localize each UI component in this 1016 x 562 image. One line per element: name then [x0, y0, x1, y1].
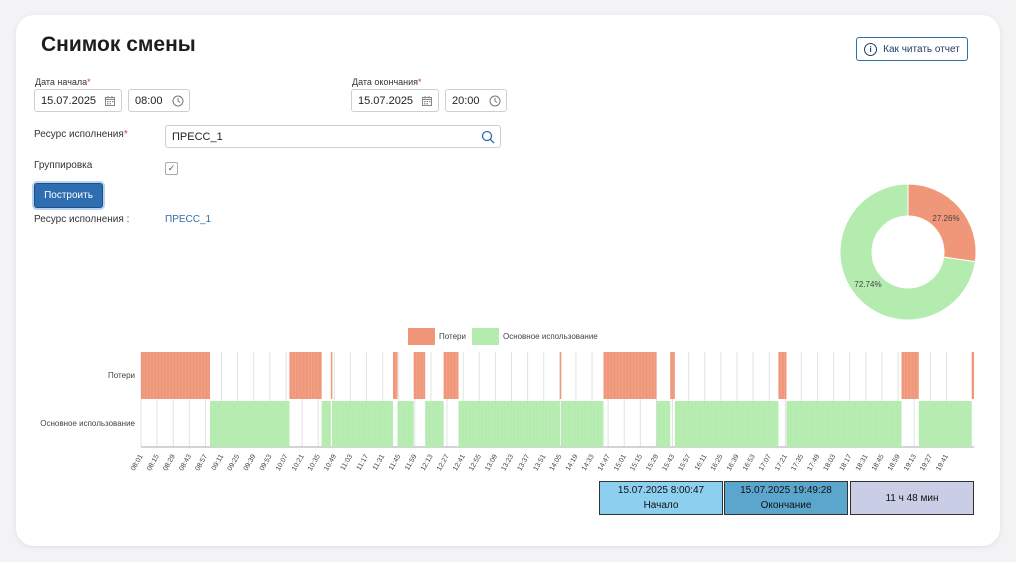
time-tick-label: 12:41 — [452, 453, 467, 472]
time-tick-label: 10:21 — [291, 453, 306, 472]
time-tick-label: 16:25 — [710, 453, 725, 472]
time-tick-label: 17:49 — [806, 453, 821, 472]
time-tick-label: 15:01 — [613, 453, 628, 472]
main-usage-bar[interactable] — [918, 401, 972, 447]
time-tick-label: 14:33 — [581, 453, 596, 472]
loss-bar[interactable] — [141, 352, 211, 399]
time-tick-label: 15:29 — [645, 453, 660, 472]
timeline-chart: 08:01 08:15 08:29 08:43 08:57 09:11 09:25 09:39… — [130, 352, 974, 472]
time-tick-label: 09:39 — [243, 453, 258, 472]
time-tick-label: 11:17 — [356, 453, 371, 471]
loss-bar[interactable] — [971, 352, 974, 399]
main-usage-bar[interactable] — [321, 401, 331, 447]
time-tick-label: 08:15 — [146, 453, 161, 472]
time-tick-label: 16:39 — [726, 453, 741, 472]
time-tick-label: 12:27 — [436, 453, 451, 472]
loss-bar[interactable] — [413, 352, 426, 399]
loss-bar[interactable] — [559, 352, 562, 399]
time-tick-label: 18:31 — [855, 453, 870, 472]
time-tick-label: 09:53 — [259, 453, 274, 472]
time-tick-label: 15:57 — [678, 453, 693, 472]
time-tick-label: 11:03 — [340, 453, 355, 471]
loss-bar[interactable] — [778, 352, 787, 399]
time-tick-label: 08:01 — [130, 453, 145, 472]
loss-bar[interactable] — [330, 352, 333, 399]
time-tick-label: 09:11 — [211, 453, 226, 471]
time-tick-label: 08:43 — [178, 453, 193, 472]
end-info-box: 15.07.2025 19:49:28 Окончание — [724, 481, 848, 515]
time-tick-label: 13:09 — [484, 453, 499, 472]
time-tick-label: 08:57 — [194, 453, 209, 472]
start-caption: Начало — [643, 500, 679, 511]
main-usage-bar[interactable] — [397, 401, 414, 447]
time-tick-label: 14:19 — [565, 453, 580, 472]
loss-bar[interactable] — [289, 352, 322, 399]
time-tick-label: 13:37 — [516, 453, 531, 472]
time-tick-label: 11:59 — [404, 453, 419, 471]
time-tick-label: 11:45 — [388, 453, 403, 471]
time-tick-label: 16:53 — [742, 453, 757, 472]
time-tick-label: 10:35 — [307, 453, 322, 472]
time-tick-label: 15:15 — [629, 453, 644, 472]
main-usage-bar[interactable] — [210, 401, 290, 447]
duration-info-box: 11 ч 48 мин — [850, 481, 974, 515]
loss-bar[interactable] — [392, 352, 398, 399]
time-tick-label: 18:17 — [839, 453, 854, 472]
time-tick-label: 18:59 — [887, 453, 902, 472]
time-tick-label: 19:27 — [919, 453, 934, 472]
loss-bar[interactable] — [901, 352, 919, 399]
time-tick-label: 09:25 — [227, 453, 242, 472]
start-datetime: 15.07.2025 8:00:47 — [617, 485, 705, 496]
time-tick-label: 11:31 — [372, 453, 387, 471]
time-tick-label: 13:51 — [533, 453, 548, 472]
time-tick-label: 13:23 — [500, 453, 515, 472]
time-tick-label: 18:03 — [823, 453, 838, 472]
time-tick-label: 17:21 — [774, 453, 789, 472]
time-tick-label: 15:43 — [661, 453, 676, 472]
time-tick-label: 19:41 — [935, 453, 950, 472]
loss-bar[interactable] — [670, 352, 675, 399]
time-tick-label: 14:47 — [597, 453, 612, 472]
end-datetime: 15.07.2025 19:49:28 — [740, 485, 832, 496]
time-tick-label: 08:29 — [162, 453, 177, 472]
time-tick-label: 17:35 — [790, 453, 805, 472]
time-tick-label: 10:49 — [323, 453, 338, 472]
time-tick-label: 12:55 — [468, 453, 483, 472]
time-tick-label: 16:11 — [694, 453, 709, 471]
duration-value: 11 ч 48 мин — [885, 492, 939, 504]
start-info-box: 15.07.2025 8:00:47 Начало — [599, 481, 723, 515]
end-caption: Окончание — [760, 500, 812, 511]
time-tick-label: 14:05 — [549, 453, 564, 472]
time-tick-label: 10:07 — [275, 453, 290, 472]
time-tick-label: 12:13 — [420, 453, 435, 472]
time-tick-label: 18:45 — [871, 453, 886, 472]
time-tick-label: 19:13 — [903, 453, 918, 472]
main-usage-bar[interactable] — [656, 401, 671, 447]
loss-bar[interactable] — [603, 352, 657, 399]
time-tick-label: 17:07 — [758, 453, 773, 472]
